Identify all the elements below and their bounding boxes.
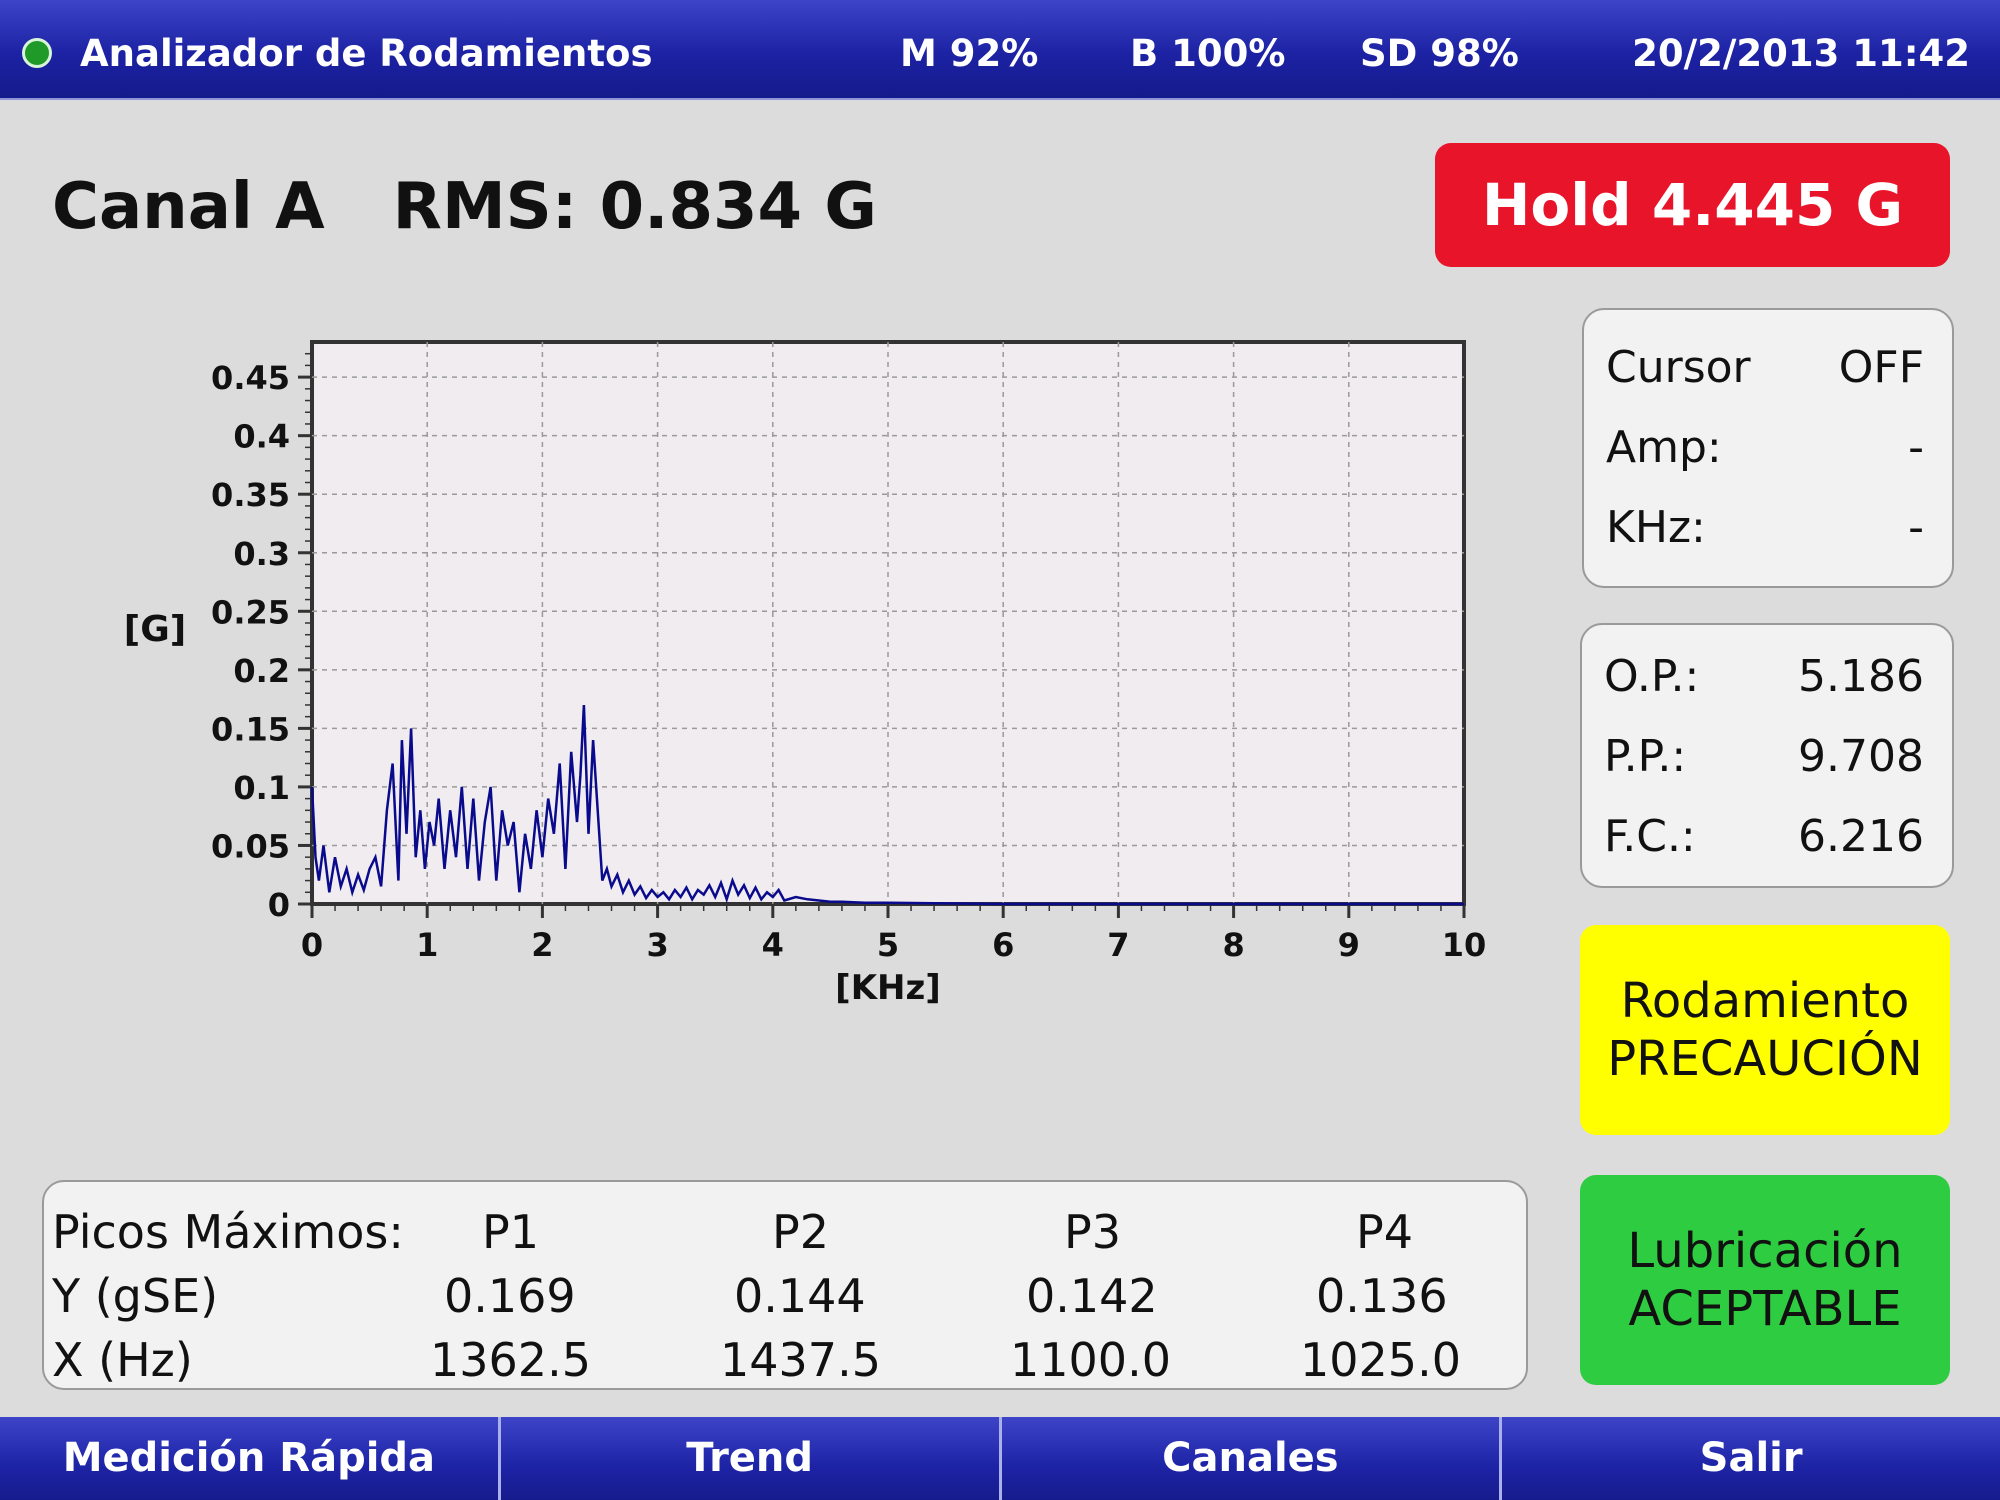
hold-button[interactable]: Hold 4.445 G	[1435, 143, 1950, 267]
y-tick-label: 0.2	[233, 652, 290, 690]
rms-value: RMS: 0.834 G	[392, 170, 877, 244]
bottom-nav: Medición Rápida Trend Canales Salir	[0, 1417, 2000, 1500]
x-tick-label: 0	[301, 926, 323, 964]
op-row: O.P.: 5.186	[1604, 647, 1924, 707]
y-axis: 0 0.05 0.1 0.15 0.2 0.25 0.3 0.35 0.4 0.45	[211, 352, 312, 924]
battery-indicator: B 100%	[1130, 32, 1286, 75]
cursor-value: OFF	[1838, 342, 1924, 393]
peak-col-p3: P3	[1064, 1205, 1122, 1259]
fc-value: 6.216	[1798, 811, 1924, 862]
status-led-icon	[22, 38, 52, 68]
x-tick-label: 10	[1442, 926, 1487, 964]
y-axis-label: [G]	[124, 609, 186, 650]
peak-col-p1: P1	[482, 1205, 540, 1259]
datetime: 20/2/2013 11:42	[1632, 32, 1970, 75]
peak-x-p2: 1437.5	[720, 1333, 881, 1387]
op-value: 5.186	[1798, 651, 1924, 702]
peaks-y-label: Y (gSE)	[52, 1269, 219, 1323]
lubrication-status-title: Lubricación	[1627, 1223, 1903, 1279]
peak-y-p4: 0.136	[1316, 1269, 1448, 1323]
sd-indicator: SD 98%	[1360, 32, 1519, 75]
peak-x-p4: 1025.0	[1300, 1333, 1461, 1387]
peak-x-p1: 1362.5	[430, 1333, 591, 1387]
x-tick-label: 3	[646, 926, 668, 964]
app-title: Analizador de Rodamientos	[80, 32, 653, 75]
x-tick-label: 1	[416, 926, 438, 964]
x-tick-label: 5	[877, 926, 899, 964]
bearing-status-value: PRECAUCIÓN	[1607, 1031, 1923, 1087]
exit-button[interactable]: Salir	[1502, 1417, 2000, 1500]
x-tick-label: 6	[992, 926, 1014, 964]
y-tick-label: 0.1	[233, 769, 290, 807]
khz-label: KHz:	[1606, 502, 1706, 553]
peak-x-p3: 1100.0	[1010, 1333, 1171, 1387]
y-tick-label: 0.35	[211, 476, 290, 514]
x-tick-label: 2	[531, 926, 553, 964]
y-tick-label: 0.15	[211, 710, 290, 748]
x-tick-label: 4	[762, 926, 784, 964]
amp-row: Amp: -	[1606, 418, 1924, 478]
fc-label: F.C.:	[1604, 811, 1696, 862]
y-tick-label: 0	[268, 886, 290, 924]
cursor-label: Cursor	[1606, 342, 1751, 393]
amp-label: Amp:	[1606, 422, 1722, 473]
channel-label: Canal A	[52, 170, 325, 244]
khz-row: KHz: -	[1606, 498, 1924, 558]
peak-y-p3: 0.142	[1026, 1269, 1158, 1323]
y-tick-label: 0.05	[211, 827, 290, 865]
cursor-row[interactable]: Cursor OFF	[1606, 338, 1924, 398]
y-tick-label: 0.3	[233, 535, 290, 573]
x-tick-label: 7	[1107, 926, 1129, 964]
y-tick-label: 0.45	[211, 359, 290, 397]
peak-y-p2: 0.144	[734, 1269, 866, 1323]
measurement-heading: Canal A RMS: 0.834 G	[52, 170, 877, 244]
trend-button[interactable]: Trend	[501, 1417, 1002, 1500]
y-tick-label: 0.25	[211, 593, 290, 631]
lubrication-status-value: ACEPTABLE	[1628, 1281, 1902, 1337]
peak-y-p1: 0.169	[444, 1269, 576, 1323]
peaks-x-label: X (Hz)	[52, 1333, 193, 1387]
channels-button[interactable]: Canales	[1002, 1417, 1503, 1500]
fc-row: F.C.: 6.216	[1604, 807, 1924, 867]
khz-value: -	[1908, 502, 1924, 553]
bearing-status-indicator: Rodamiento PRECAUCIÓN	[1580, 925, 1950, 1135]
peaks-table: Picos Máximos: P1 P2 P3 P4 Y (gSE) 0.169…	[42, 1180, 1528, 1390]
x-axis: 0 1 2 3 4 5 6 7 8 9 10	[301, 904, 1486, 964]
x-tick-label: 9	[1338, 926, 1360, 964]
spectrum-chart: 0 0.05 0.1 0.15 0.2 0.25 0.3 0.35 0.4 0.45 0 1 2 3 4 5…	[124, 340, 1486, 1008]
pp-value: 9.708	[1798, 731, 1924, 782]
peaks-title: Picos Máximos:	[52, 1205, 404, 1259]
bearing-status-title: Rodamiento	[1620, 973, 1910, 1029]
x-tick-label: 8	[1222, 926, 1244, 964]
cursor-panel: Cursor OFF Amp: - KHz: -	[1582, 308, 1954, 588]
peak-col-p2: P2	[772, 1205, 830, 1259]
memory-indicator: M 92%	[900, 32, 1039, 75]
status-bar: Analizador de Rodamientos M 92% B 100% S…	[0, 0, 2000, 100]
pp-label: P.P.:	[1604, 731, 1687, 782]
stats-panel: O.P.: 5.186 P.P.: 9.708 F.C.: 6.216	[1580, 623, 1954, 888]
op-label: O.P.:	[1604, 651, 1700, 702]
quick-measure-button[interactable]: Medición Rápida	[0, 1417, 501, 1500]
y-tick-label: 0.4	[233, 418, 290, 456]
amp-value: -	[1908, 422, 1924, 473]
peak-col-p4: P4	[1356, 1205, 1414, 1259]
lubrication-status-indicator: Lubricación ACEPTABLE	[1580, 1175, 1950, 1385]
pp-row: P.P.: 9.708	[1604, 727, 1924, 787]
x-axis-label: [KHz]	[835, 968, 941, 1008]
